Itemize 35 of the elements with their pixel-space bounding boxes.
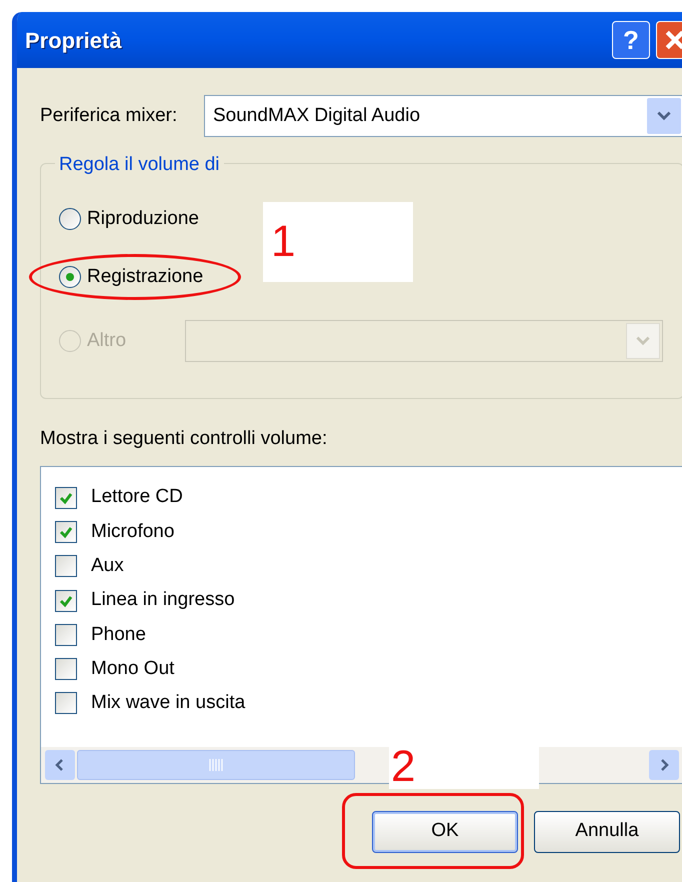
controls-label: Mostra i seguenti controlli volume: bbox=[40, 427, 328, 451]
mixer-label: Periferica mixer: bbox=[40, 104, 178, 128]
annotation-number: 1 bbox=[263, 202, 413, 282]
radio-label: Registrazione bbox=[87, 264, 204, 289]
checkbox[interactable] bbox=[55, 520, 77, 543]
mixer-dropdown[interactable]: SoundMAX Digital Audio bbox=[204, 95, 682, 137]
dialog-button[interactable]: OK bbox=[372, 810, 518, 852]
checkbox-label: Phone bbox=[91, 622, 146, 647]
checkbox[interactable] bbox=[55, 590, 77, 612]
checkbox[interactable] bbox=[55, 658, 77, 680]
checkbox[interactable] bbox=[55, 555, 77, 578]
checkbox-label: Mix wave in uscita bbox=[91, 691, 246, 716]
radio-label: Altro bbox=[87, 328, 126, 353]
checkbox-label: Aux bbox=[91, 554, 124, 578]
scroll-thumb[interactable] bbox=[77, 750, 355, 780]
window-title: Proprietà bbox=[25, 26, 123, 55]
checkbox-label: Microfono bbox=[91, 520, 174, 544]
grip-icon bbox=[209, 758, 223, 770]
checkbox[interactable] bbox=[55, 624, 77, 646]
radio-label: Riproduzione bbox=[87, 206, 199, 231]
close-icon bbox=[664, 29, 682, 51]
radio-button[interactable] bbox=[59, 266, 81, 288]
checkbox-label: Linea in ingresso bbox=[91, 588, 235, 612]
checkbox[interactable] bbox=[55, 486, 77, 509]
radio-button[interactable] bbox=[59, 208, 81, 230]
close-button[interactable] bbox=[656, 21, 682, 59]
checkbox[interactable] bbox=[55, 692, 77, 714]
scroll-left-button[interactable] bbox=[45, 750, 75, 780]
checkbox-label: Mono Out bbox=[91, 656, 174, 681]
annotation-number: 2 bbox=[389, 744, 539, 788]
checkbox-label: Lettore CD bbox=[91, 485, 183, 510]
help-button[interactable]: ? bbox=[612, 21, 650, 59]
dialog-button[interactable]: Annulla bbox=[534, 810, 680, 852]
dropdown-value: SoundMAX Digital Audio bbox=[213, 104, 422, 128]
scroll-right-button[interactable] bbox=[649, 750, 679, 780]
